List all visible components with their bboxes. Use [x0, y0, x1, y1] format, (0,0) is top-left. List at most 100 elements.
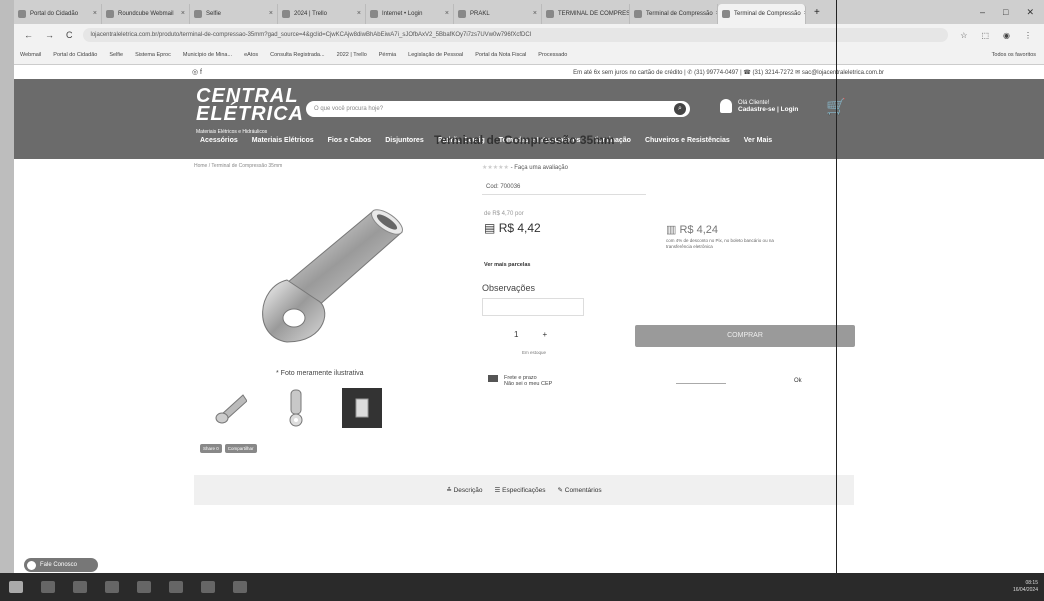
quantity-plus-button[interactable]: +: [542, 330, 547, 339]
whatsapp-share-button[interactable]: Compartilhar: [224, 444, 257, 453]
bookmark-item[interactable]: Pérmia: [373, 52, 402, 58]
rating-link[interactable]: - Faça uma avaliação: [511, 165, 568, 171]
search-task-icon[interactable]: [41, 581, 55, 593]
quantity-value[interactable]: 1: [514, 330, 518, 339]
back-icon[interactable]: ←: [24, 30, 33, 40]
extensions-icon[interactable]: ⬚: [981, 31, 989, 40]
tab-label: Selfie: [206, 10, 222, 17]
tab-favicon-icon: [634, 9, 642, 18]
product-image[interactable]: [242, 202, 412, 352]
tab-close-icon[interactable]: ×: [442, 10, 449, 17]
quantity-stepper[interactable]: 1 +: [514, 330, 547, 339]
observations-input[interactable]: [482, 298, 584, 316]
installments-link[interactable]: Ver mais parcelas: [484, 262, 530, 268]
stock-status: Em estoque: [522, 350, 547, 355]
menu-item[interactable]: Disjuntores: [385, 137, 424, 144]
tab-label: PRAKL: [470, 10, 490, 17]
bookmark-item[interactable]: Processado: [532, 52, 573, 58]
bookmark-item[interactable]: Webmail: [14, 52, 47, 58]
taskview-icon[interactable]: [73, 581, 87, 593]
cep-help-link[interactable]: Não sei o meu CEP: [504, 381, 552, 387]
tab-close-icon[interactable]: ×: [530, 10, 537, 17]
bookmark-item[interactable]: Portal do Cidadão: [47, 52, 103, 58]
tab-label: TERMINAL DE COMPRESSÃO: [558, 10, 630, 17]
tab-description-label: Descrição: [453, 487, 483, 494]
app3-task-icon[interactable]: [233, 581, 247, 593]
window-controls: – □ ✕: [980, 7, 1044, 18]
minimize-icon[interactable]: –: [980, 7, 985, 18]
tab-specifications[interactable]: ☰ Especificações: [495, 486, 546, 494]
cep-ok-button[interactable]: Ok: [794, 378, 802, 384]
chat-button[interactable]: Fale Conosco: [24, 558, 98, 572]
rating[interactable]: ★★★★★ - Faça uma avaliação: [482, 164, 568, 171]
star-icon[interactable]: ☆: [960, 31, 967, 40]
store-logo[interactable]: CENTRAL ELÉTRICA Materiais Elétricos e H…: [196, 86, 304, 141]
all-bookmarks[interactable]: Todos os favoritos: [986, 52, 1044, 58]
social-icons[interactable]: ◎ f: [14, 68, 202, 76]
bookmark-item[interactable]: 2022 | Trello: [331, 52, 373, 58]
buy-button[interactable]: COMPRAR: [635, 325, 855, 347]
tab-label: Terminal de Compressão: [734, 10, 801, 17]
chrome-task-icon[interactable]: [105, 581, 119, 593]
tab-close-icon[interactable]: ×: [354, 10, 361, 17]
bookmark-item[interactable]: Selfie: [103, 52, 129, 58]
tab-specifications-label: Especificações: [502, 487, 546, 494]
menu-item[interactable]: Fios e Cabos: [328, 137, 372, 144]
app-task-icon[interactable]: [169, 581, 183, 593]
explorer-task-icon[interactable]: [137, 581, 151, 593]
user-icon: [720, 99, 732, 113]
start-icon[interactable]: [9, 581, 23, 593]
browser-tab[interactable]: TERMINAL DE COMPRESSÃO×: [542, 3, 630, 24]
address-bar-row: ← → C lojacentraleletrica.com.br/produto…: [14, 24, 1044, 46]
cep-input[interactable]: [676, 383, 726, 384]
menu-item[interactable]: Chuveiros e Resistências: [645, 137, 730, 144]
tab-close-icon[interactable]: ×: [90, 10, 97, 17]
forward-icon[interactable]: →: [45, 30, 54, 40]
bookmark-item[interactable]: Legislação de Pessoal: [402, 52, 469, 58]
tab-comments[interactable]: ✎ Comentários: [558, 486, 602, 494]
browser-tab[interactable]: Internet • Login ×: [366, 3, 454, 24]
tab-favicon-icon: [370, 9, 378, 18]
maximize-icon[interactable]: □: [1003, 7, 1008, 18]
browser-tab[interactable]: Selfie ×: [190, 3, 278, 24]
thumbnail-1[interactable]: [210, 388, 250, 428]
app2-task-icon[interactable]: [201, 581, 215, 593]
search-icon[interactable]: ⌕: [674, 103, 686, 115]
share-buttons: Share 0 Compartilhar: [200, 444, 257, 453]
bookmark-item[interactable]: Município de Mina...: [177, 52, 238, 58]
bookmark-item[interactable]: Consulta Registrada...: [264, 52, 330, 58]
menu-item[interactable]: Materiais Elétricos: [252, 137, 314, 144]
tab-label: Roundcube Webmail: [118, 10, 174, 17]
search-input[interactable]: O que você procura hoje? ⌕: [306, 101, 690, 117]
browser-tab[interactable]: 2024 | Trello ×: [278, 3, 366, 24]
user-account[interactable]: Olá Cliente! Cadastre-se | Login: [720, 99, 798, 113]
pix-price-value: R$ 4,24: [679, 224, 718, 236]
menu-dots-icon[interactable]: ⋮: [1024, 31, 1032, 40]
tab-description[interactable]: ≛ Descrição: [446, 486, 482, 494]
bookmark-item[interactable]: Portal da Nota Fiscal: [469, 52, 532, 58]
browser-tab[interactable]: Portal do Cidadão ×: [14, 3, 102, 24]
star-rating-icons: ★★★★★: [482, 165, 509, 171]
new-tab-icon[interactable]: +: [806, 7, 828, 18]
tab-close-icon[interactable]: ×: [266, 10, 273, 17]
login-link[interactable]: Cadastre-se | Login: [738, 106, 798, 113]
url-input[interactable]: lojacentraleletrica.com.br/produto/termi…: [82, 28, 949, 42]
price-value: R$ 4,42: [498, 221, 541, 235]
profile-icon[interactable]: ◉: [1003, 31, 1010, 40]
clock[interactable]: 08:15 16/04/2024: [1013, 580, 1044, 594]
menu-item[interactable]: Ver Mais: [744, 137, 772, 144]
browser-tab[interactable]: Terminal de Compressão×: [630, 3, 718, 24]
browser-tab[interactable]: Terminal de Compressão×: [718, 3, 806, 24]
close-window-icon[interactable]: ✕: [1026, 7, 1034, 18]
tab-close-icon[interactable]: ×: [178, 10, 185, 17]
bookmark-item[interactable]: eAtos: [238, 52, 264, 58]
thumbnail-3[interactable]: [342, 388, 382, 428]
bookmark-item[interactable]: Sistema Eproc: [129, 52, 177, 58]
browser-tab[interactable]: PRAKL ×: [454, 3, 542, 24]
menu-item[interactable]: Acessórios: [200, 137, 238, 144]
reload-icon[interactable]: C: [66, 30, 73, 40]
top-info-bar: ◎ f Em até 6x sem juros no cartão de cré…: [14, 65, 1044, 79]
facebook-share-button[interactable]: Share 0: [200, 444, 222, 453]
browser-tab[interactable]: Roundcube Webmail ×: [102, 3, 190, 24]
thumbnail-2[interactable]: [276, 388, 316, 428]
